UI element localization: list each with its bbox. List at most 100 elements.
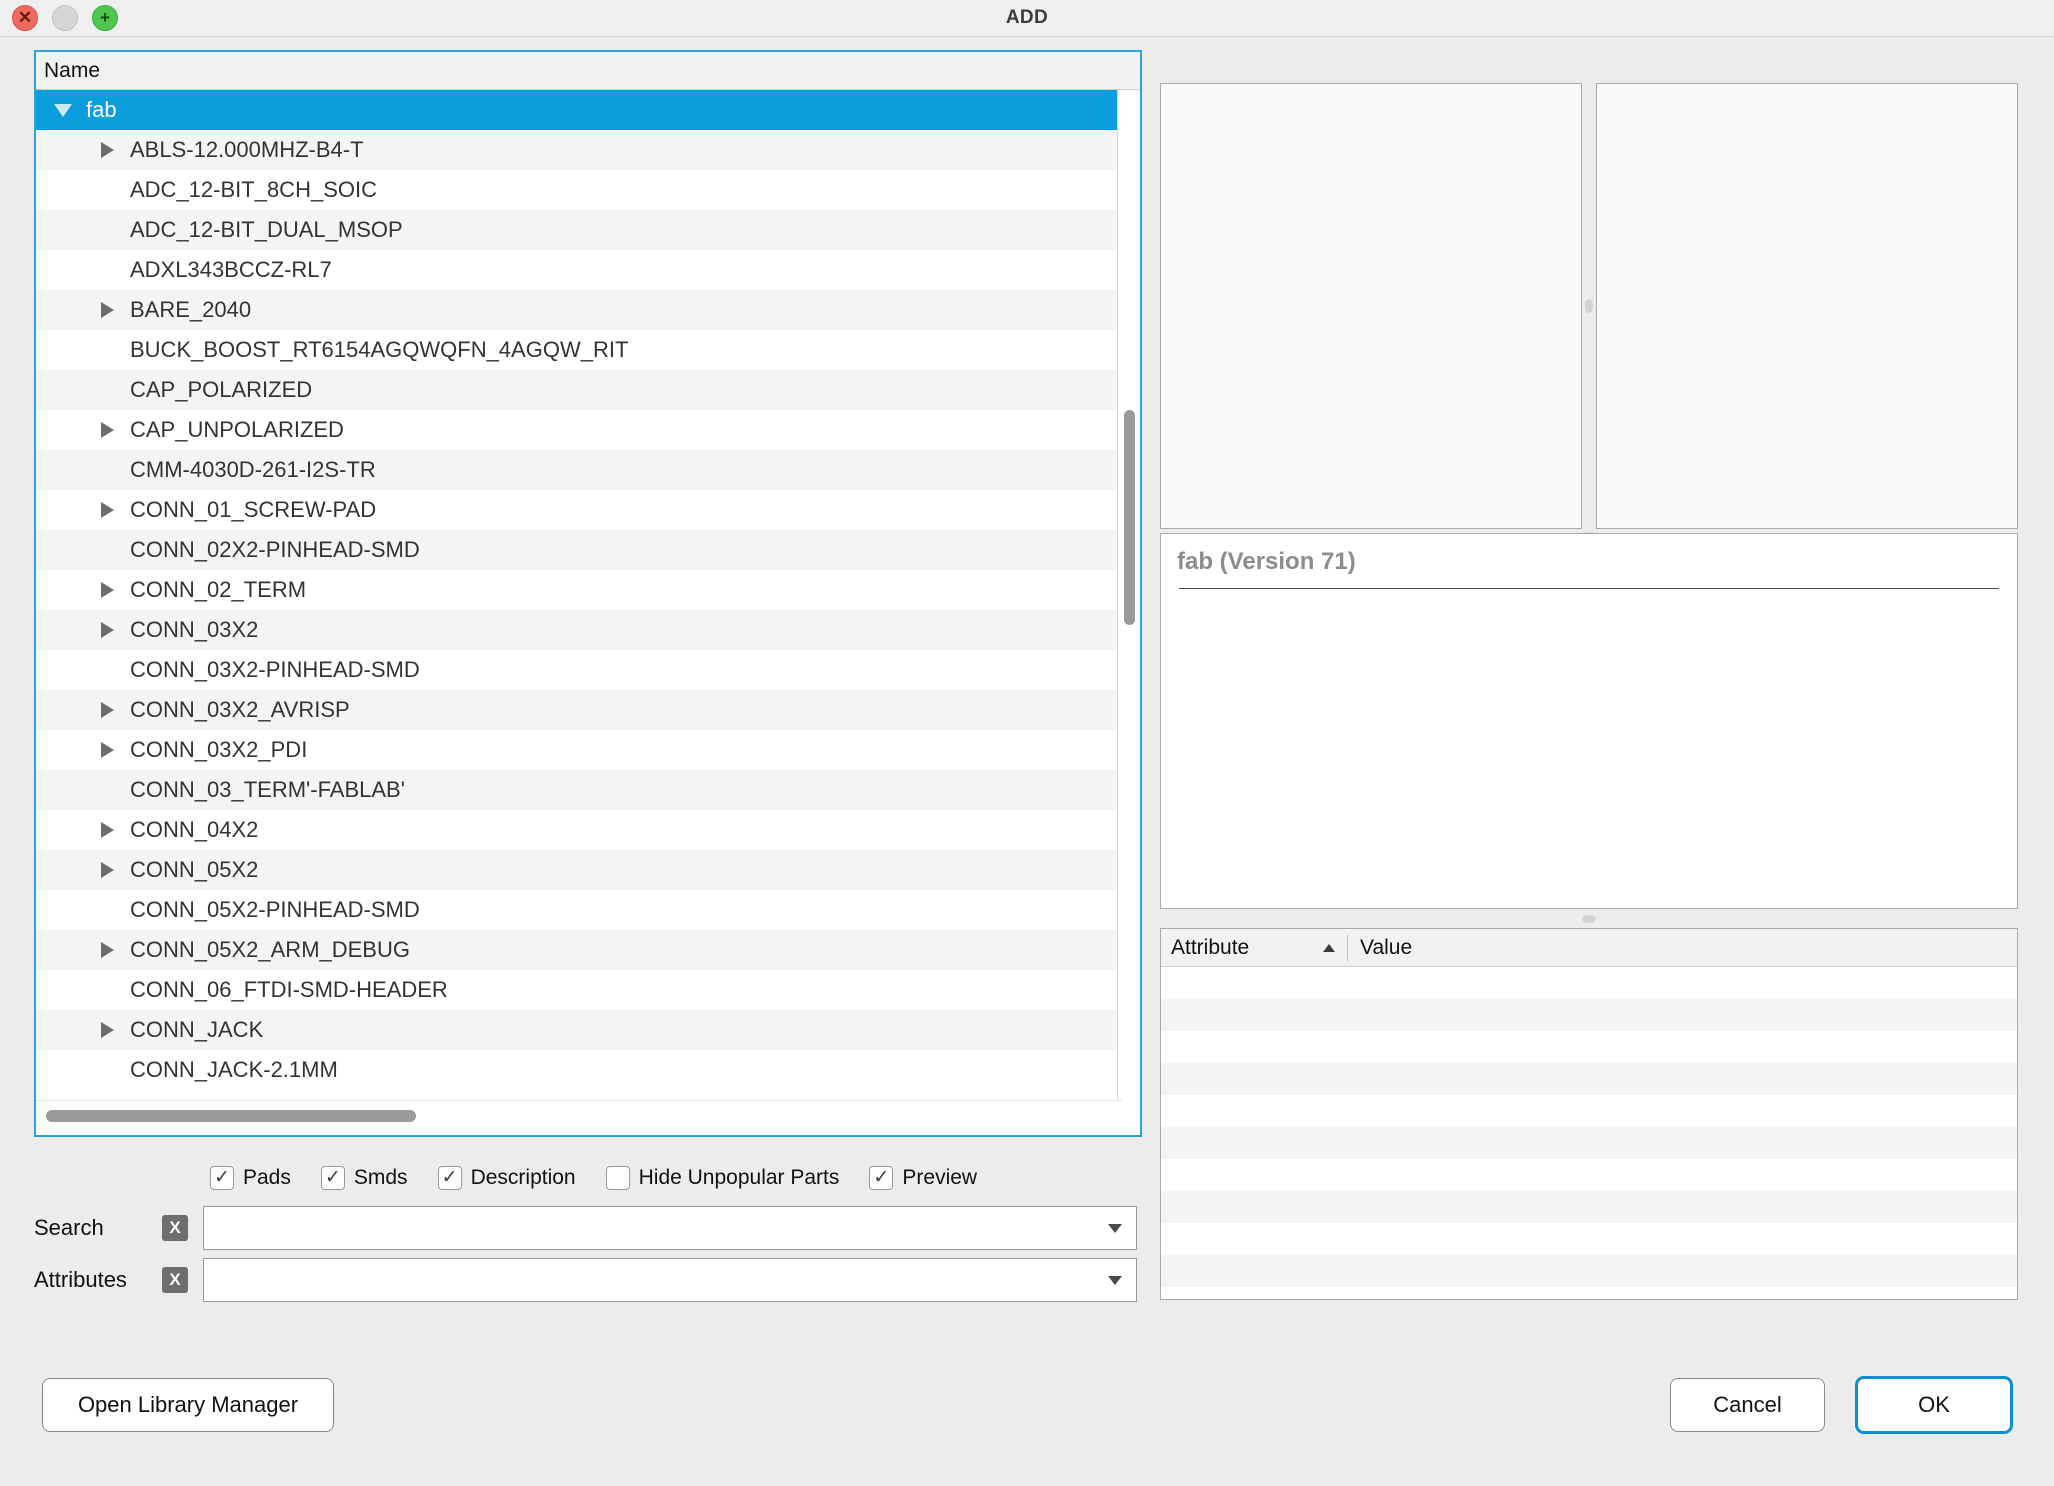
chevron-right-icon[interactable] [94,622,120,638]
chevron-right-icon[interactable] [94,502,120,518]
chevron-down-icon[interactable] [1108,1223,1122,1233]
search-clear-icon[interactable]: X [162,1215,188,1241]
tree-row[interactable]: CONN_05X2_ARM_DEBUG [36,930,1140,970]
triangle-right-glyph [100,822,114,838]
search-input[interactable] [203,1206,1137,1250]
chevron-right-icon[interactable] [94,822,120,838]
tree-row-label: CONN_05X2-PINHEAD-SMD [130,897,420,922]
tree-row[interactable]: fab [36,90,1140,130]
attributes-table-row[interactable] [1161,999,2017,1031]
attributes-table-row[interactable] [1161,967,2017,999]
tree-row[interactable]: CONN_03_TERM'-FABLAB' [36,770,1140,810]
tree-row[interactable]: CONN_JACK [36,1010,1140,1050]
tree-vertical-scroll-thumb[interactable] [1124,410,1135,625]
tree-row[interactable]: ADC_12-BIT_DUAL_MSOP [36,210,1140,250]
checkbox-icon[interactable] [605,1166,630,1190]
attributes-table-row[interactable] [1161,1095,2017,1127]
tree-row-label: CONN_JACK-2.1MM [130,1057,338,1082]
ok-button[interactable]: OK [1855,1376,2013,1434]
chevron-right-icon[interactable] [94,942,120,958]
tree-row[interactable]: ADXL343BCCZ-RL7 [36,250,1140,290]
filter-checkbox-hide-unpopular-parts[interactable]: Hide Unpopular Parts [605,1166,840,1190]
tree-row-label: BARE_2040 [130,297,252,322]
tree-row-label: CAP_UNPOLARIZED [130,417,344,442]
library-tree[interactable]: fab ABLS-12.000MHZ-B4-T ADC_12-BIT_8CH_SOI… [36,90,1140,1100]
attributes-table-row[interactable] [1161,1159,2017,1191]
tree-row[interactable]: CAP_POLARIZED [36,370,1140,410]
tree-row[interactable]: BARE_2040 [36,290,1140,330]
chevron-right-icon[interactable] [94,702,120,718]
attributes-table-row[interactable] [1161,1223,2017,1255]
open-library-manager-button[interactable]: Open Library Manager [42,1378,334,1432]
tree-row[interactable]: CONN_03X2_PDI [36,730,1140,770]
filter-checkbox-pads[interactable]: ✓ Pads [210,1166,291,1190]
chevron-right-icon[interactable] [94,862,120,878]
chevron-right-icon[interactable] [94,422,120,438]
tree-row[interactable]: ABLS-12.000MHZ-B4-T [36,130,1140,170]
chevron-right-icon[interactable] [94,302,120,318]
tree-row[interactable]: CONN_05X2-PINHEAD-SMD [36,890,1140,930]
tree-row-label: CONN_02X2-PINHEAD-SMD [130,537,420,562]
checkbox-icon[interactable]: ✓ [210,1166,234,1190]
checkbox-icon[interactable]: ✓ [320,1166,345,1190]
tree-row[interactable]: CAP_UNPOLARIZED [36,410,1140,450]
chevron-right-icon[interactable] [94,142,120,158]
filter-checkbox-description[interactable]: ✓ Description [437,1166,576,1190]
attributes-table-header: Attribute Value [1161,929,2017,967]
checkbox-label: Hide Unpopular Parts [638,1166,840,1189]
attributes-table-row[interactable] [1161,1255,2017,1287]
checkbox-icon[interactable]: ✓ [869,1166,894,1190]
tree-row[interactable]: CONN_04X2 [36,810,1140,850]
tree-row[interactable]: CONN_03X2 [36,610,1140,650]
tree-column-header-name[interactable]: Name [36,52,1140,90]
checkbox-label: Pads [243,1166,291,1189]
tree-vertical-scrollbar[interactable] [1122,90,1136,1100]
triangle-right-glyph [100,622,114,638]
package-preview-pane[interactable] [1596,83,2018,529]
cancel-button[interactable]: Cancel [1670,1378,1825,1432]
tree-row[interactable]: CONN_02X2-PINHEAD-SMD [36,530,1140,570]
tree-row[interactable]: CONN_JACK-2.1MM [36,1050,1140,1090]
attributes-table-row[interactable] [1161,1063,2017,1095]
tree-row[interactable]: CONN_02_TERM [36,570,1140,610]
attributes-clear-icon[interactable]: X [162,1267,188,1293]
description-panel[interactable]: fab (Version 71) [1160,533,2018,909]
column-header-value[interactable]: Value [1348,936,1412,960]
attributes-table-row[interactable] [1161,1287,2017,1299]
description-attributes-splitter[interactable] [1160,912,2018,926]
minimize-icon[interactable] [52,5,78,31]
attributes-table-row[interactable] [1161,1191,2017,1223]
attributes-table-row[interactable] [1161,1031,2017,1063]
library-tree-panel[interactable]: Name fab ABLS-12.000MHZ-B4-T ADC_12-BIT_8C… [34,50,1142,1137]
chevron-right-icon[interactable] [94,582,120,598]
attributes-table-row[interactable] [1161,1127,2017,1159]
preview-area [1160,83,2018,529]
chevron-down-icon[interactable] [50,103,76,117]
tree-row[interactable]: ADC_12-BIT_8CH_SOIC [36,170,1140,210]
attributes-filter-input[interactable] [203,1258,1137,1302]
tree-row[interactable]: CMM-4030D-261-I2S-TR [36,450,1140,490]
tree-row[interactable]: CONN_03X2-PINHEAD-SMD [36,650,1140,690]
preview-vertical-splitter[interactable] [1582,83,1596,529]
filter-checkbox-preview[interactable]: ✓ Preview [869,1166,977,1190]
checkbox-icon[interactable]: ✓ [437,1166,462,1190]
attributes-table[interactable]: Attribute Value [1160,928,2018,1300]
symbol-preview-pane[interactable] [1160,83,1582,529]
chevron-right-icon[interactable] [94,742,120,758]
tree-row[interactable]: CONN_01_SCREW-PAD [36,490,1140,530]
tree-row[interactable]: BUCK_BOOST_RT6154AGQWQFN_4AGQW_RIT [36,330,1140,370]
chevron-right-icon[interactable] [94,1022,120,1038]
add-dialog: ✕ + ADD Name fab ABLS-12.000MHZ-B4-T ADC_1… [0,0,2054,1450]
tree-row-label: CONN_03X2 [130,617,259,642]
close-icon[interactable]: ✕ [12,5,38,31]
check-icon: ✓ [441,1166,458,1188]
chevron-down-icon[interactable] [1108,1275,1122,1285]
tree-row[interactable]: CONN_03X2_AVRISP [36,690,1140,730]
tree-horizontal-scroll-thumb[interactable] [46,1110,416,1122]
tree-row[interactable]: CONN_06_FTDI-SMD-HEADER [36,970,1140,1010]
tree-horizontal-scrollbar[interactable] [36,1100,1122,1135]
filter-checkbox-smds[interactable]: ✓ Smds [320,1166,408,1190]
plus-icon[interactable]: + [92,5,118,31]
tree-row[interactable]: CONN_05X2 [36,850,1140,890]
column-header-attribute[interactable]: Attribute [1161,936,1347,960]
